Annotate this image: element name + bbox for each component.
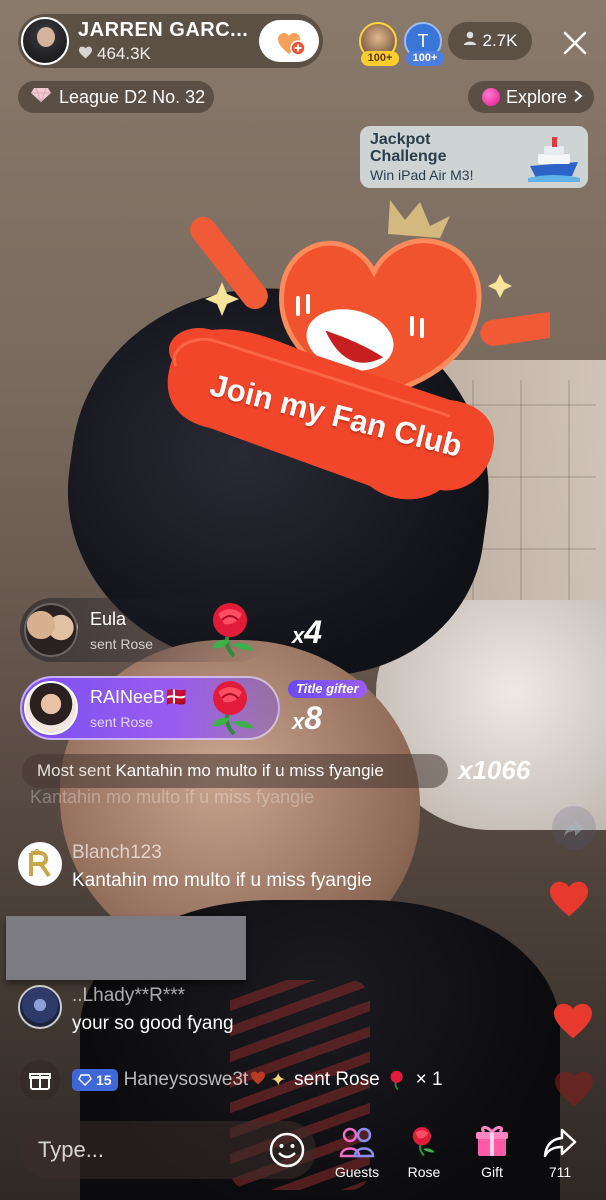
guests-button[interactable]: Guests — [327, 1124, 387, 1180]
heart-icon — [78, 44, 93, 64]
most-sent-text: Kantahin mo multo if u miss fyangie — [115, 761, 384, 780]
comment-placeholder: Type... — [38, 1137, 105, 1162]
jackpot-challenge-card[interactable]: Jackpot Challenge Win iPad Air M3! — [360, 126, 588, 188]
commenter-avatar[interactable] — [18, 985, 62, 1029]
fan-club-mascot-icon — [167, 200, 562, 500]
rose-gift-icon — [212, 603, 254, 658]
cruise-ship-icon — [528, 137, 580, 182]
guests-label: Guests — [334, 1164, 380, 1180]
fan-club-promo-sticker[interactable] — [150, 190, 562, 520]
viewer-count-value: 2.7K — [482, 31, 518, 50]
gift-banner-title-gifter: RAINeeB🇩🇰 sent Rose — [20, 676, 280, 740]
gifter-avatar[interactable] — [24, 681, 78, 735]
letter-r-logo-icon — [29, 849, 51, 878]
floating-heart-icon — [554, 1003, 592, 1039]
top-viewer-avatar-2[interactable]: T 100+ — [404, 22, 444, 66]
rose-label: Rose — [407, 1164, 441, 1180]
host-likes-count: 464.3K — [97, 43, 151, 63]
host-avatar[interactable] — [21, 17, 69, 65]
floating-heart-icon — [555, 1071, 593, 1107]
gift-icon — [476, 1125, 508, 1156]
comment-text: your so good fyang — [72, 1013, 234, 1034]
close-button[interactable] — [556, 24, 594, 62]
viewer-rank-badge: 100+ — [361, 51, 399, 66]
gifter-name: Eula — [90, 608, 127, 629]
rose-gift-icon — [212, 681, 254, 736]
commenter-avatar[interactable] — [18, 842, 62, 886]
league-rank-text: League D2 No. 32 — [59, 86, 206, 107]
host-name: JARREN GARC... — [78, 18, 249, 41]
gift-box-button[interactable] — [20, 1060, 60, 1100]
most-sent-count: x1066 — [458, 755, 531, 785]
join-fan-club-button[interactable] — [259, 20, 319, 62]
ticker-message: sent Rose — [294, 1069, 380, 1090]
explore-button[interactable]: Explore — [468, 81, 594, 113]
rose-button[interactable]: Rose — [394, 1124, 454, 1180]
gift-box-icon — [29, 1073, 51, 1090]
rose-icon — [390, 1070, 403, 1091]
redacted-block — [6, 916, 246, 980]
gifter-name: RAINeeB🇩🇰 — [90, 686, 188, 707]
gift-ticker: 15 Haneysoswe3t ✦ sent Rose × 1 — [20, 1060, 443, 1100]
ticker-user: Haneysoswe3t — [123, 1069, 249, 1090]
user-level-badge: 15 — [72, 1069, 118, 1091]
rose-icon — [412, 1127, 435, 1157]
gift-count: x8 — [292, 700, 323, 736]
title-gifter-badge: Title gifter — [288, 680, 367, 698]
heart-icon — [250, 1069, 266, 1091]
gift-count: x4 — [292, 614, 323, 650]
diamond-icon — [78, 1074, 92, 1086]
commenter-name: ..Lhady**R*** — [72, 985, 186, 1006]
share-icon[interactable] — [552, 806, 596, 850]
viewer-count-button[interactable]: 2.7K — [448, 22, 532, 60]
league-rank-pill[interactable]: League D2 No. 32 — [18, 81, 214, 113]
chevron-right-icon — [573, 87, 583, 108]
comment-input[interactable]: Type... — [20, 1121, 316, 1179]
close-icon — [563, 31, 587, 55]
floating-heart-icon — [550, 881, 588, 917]
gift-button[interactable]: Gift — [462, 1124, 522, 1180]
diamond-icon — [30, 87, 52, 108]
explore-icon — [482, 88, 500, 106]
gift-label: Gift — [481, 1164, 503, 1180]
comment-row[interactable]: Blanch123 Kantahin mo multo if u miss fy… — [18, 842, 372, 892]
fan-club-heart-plus-icon — [276, 29, 306, 56]
emoji-icon[interactable] — [268, 1131, 306, 1169]
gift-banner: Eula sent Rose — [20, 598, 310, 662]
explore-label: Explore — [506, 86, 568, 107]
share-button[interactable]: 711 — [530, 1124, 590, 1180]
host-likes-row: 464.3K — [78, 44, 248, 64]
gifter-avatar[interactable] — [24, 603, 78, 657]
sparkle-icon: ✦ — [270, 1069, 287, 1091]
top-viewer-avatar-1[interactable]: 100+ — [359, 22, 399, 66]
commenter-name: Blanch123 — [72, 842, 162, 863]
faded-comment: Kantahin mo multo if u miss fyangie — [30, 787, 315, 807]
most-sent-prefix: Most sent — [37, 761, 111, 780]
share-count: 711 — [548, 1164, 572, 1180]
guests-icon — [339, 1127, 375, 1158]
gift-action: sent Rose — [90, 713, 154, 730]
host-profile-pill[interactable]: JARREN GARC... 464.3K — [18, 14, 323, 68]
most-sent-comment-pill[interactable]: Most sent Kantahin mo multo if u miss fy… — [22, 754, 448, 788]
jackpot-title: Jackpot Challenge — [370, 131, 447, 165]
viewer-rank-badge: 100+ — [406, 51, 444, 66]
ticker-count: × 1 — [415, 1069, 443, 1090]
comment-row[interactable]: ..Lhady**R*** your so good fyang — [18, 985, 234, 1035]
comment-text: Kantahin mo multo if u miss fyangie — [72, 870, 372, 891]
viewer-initial: T — [417, 30, 429, 51]
person-icon — [463, 31, 477, 51]
gift-action: sent Rose — [90, 635, 154, 652]
share-icon — [543, 1128, 577, 1158]
